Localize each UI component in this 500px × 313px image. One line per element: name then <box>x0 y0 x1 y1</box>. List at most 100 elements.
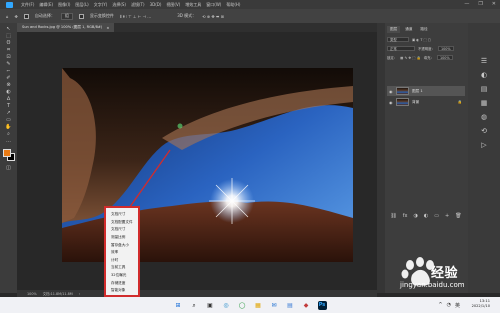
lock-label: 锁定： <box>387 56 398 60</box>
doc-info[interactable]: 文档:11.8M/11.8M <box>43 291 73 296</box>
search-icon[interactable]: ⌕ <box>190 301 199 310</box>
menu-item-measurement-scale[interactable]: 测量比例 <box>106 234 138 242</box>
menu-file[interactable]: 文件(F) <box>21 2 34 8</box>
menu-item-32bit-exposure[interactable]: 32位曝光 <box>106 272 138 280</box>
minimize-button[interactable]: — <box>464 1 469 7</box>
new-layer-icon[interactable]: + <box>445 213 449 221</box>
move-tool-icon[interactable]: ↖ <box>5 27 12 32</box>
marquee-tool-icon[interactable]: ⬚ <box>5 34 12 39</box>
shape-tool-icon[interactable]: ▭ <box>5 118 12 123</box>
home-icon[interactable]: ⌂ <box>6 14 9 19</box>
tray-expand-icon[interactable]: ^ <box>438 302 442 309</box>
document-tab[interactable]: Sun and Rocks.jpg @ 100% (图层 1, RGB/8#) … <box>17 23 115 32</box>
status-menu-arrow[interactable]: › <box>79 292 80 296</box>
tab-paths[interactable]: 路径 <box>417 26 430 33</box>
foreground-color[interactable] <box>2 149 11 157</box>
menu-item-doc-size[interactable]: 文档尺寸 <box>106 211 138 219</box>
store-icon[interactable]: ▤ <box>286 301 295 310</box>
photoshop-taskbar-icon[interactable]: Ps <box>317 300 327 310</box>
zoom-tool-icon[interactable]: ⌕ <box>5 132 12 137</box>
history-brush-icon[interactable]: ◐ <box>5 90 12 95</box>
swatches-panel-icon[interactable]: ▦ <box>480 99 488 107</box>
menu-3d[interactable]: 3D(D) <box>150 2 162 7</box>
tab-layers[interactable]: 图层 <box>387 26 401 33</box>
color-panel-icon[interactable]: ◍ <box>480 113 488 121</box>
quick-mask-icon[interactable]: ◫ <box>5 166 12 171</box>
kind-filter-dropdown[interactable]: 类型 <box>387 37 409 42</box>
color-swatches[interactable] <box>2 149 15 161</box>
close-button[interactable]: ✕ <box>492 1 496 7</box>
adjustment-layer-icon[interactable]: ◐ <box>424 213 428 221</box>
lock-icons[interactable]: ▦ ✎ ✥ ⬚ 🔒 <box>400 56 421 60</box>
browser-icon[interactable]: ◎ <box>222 301 231 310</box>
new-group-icon[interactable]: ▭ <box>434 213 439 221</box>
visibility-eye-icon[interactable]: ◉ <box>389 100 393 105</box>
history-panel-icon[interactable]: ⟲ <box>480 127 488 135</box>
crop-tool-icon[interactable]: ⌗ <box>5 48 12 53</box>
actions-panel-icon[interactable]: ▷ <box>480 141 488 149</box>
file-explorer-icon[interactable]: ▦ <box>254 301 263 310</box>
blend-mode-dropdown[interactable]: 正常 <box>387 46 415 51</box>
menu-filter[interactable]: 滤镜(T) <box>131 2 145 8</box>
tab-channels[interactable]: 通道 <box>402 26 415 33</box>
libraries-panel-icon[interactable]: ▤ <box>480 85 488 93</box>
network-icon[interactable]: ◔ <box>447 302 451 309</box>
auto-select-dropdown[interactable]: 组 <box>60 12 73 20</box>
menu-help[interactable]: 帮助(H) <box>226 2 240 8</box>
menu-type[interactable]: 文字(Y) <box>94 2 108 8</box>
menu-item-doc-dimensions[interactable]: 文档尺寸 <box>106 226 138 234</box>
delete-layer-icon[interactable]: 🗑 <box>455 213 461 221</box>
menu-view[interactable]: 视图(V) <box>166 2 180 8</box>
align-icons[interactable]: ⫴ ⫵ ⫶ ⊤ ⊥ ⊢ ⊣ … <box>120 14 151 19</box>
filter-icons[interactable]: ▣ ◐ T ⬚ ▢ <box>412 38 431 42</box>
menu-item-current-tool[interactable]: 当前工具 <box>106 264 138 272</box>
mail-icon[interactable]: ✉ <box>270 301 279 310</box>
menu-image[interactable]: 图像(I) <box>58 2 70 8</box>
opacity-field[interactable]: 100% <box>437 46 454 51</box>
stamp-tool-icon[interactable]: ⊗ <box>5 83 12 88</box>
layer-row-1[interactable]: ◉ 图层 1 <box>387 86 465 96</box>
properties-panel-icon[interactable]: ☰ <box>480 57 488 65</box>
menu-item-timing[interactable]: 计时 <box>106 257 138 265</box>
eraser-tool-icon[interactable]: ∆ <box>5 97 12 102</box>
menu-item-efficiency[interactable]: 效率 <box>106 249 138 257</box>
menu-edit[interactable]: 编辑(E) <box>39 2 53 8</box>
chrome-icon[interactable]: ◯ <box>238 301 247 310</box>
hand-tool-icon[interactable]: ✋ <box>5 125 12 130</box>
move-tool-icon[interactable]: ✥ <box>15 14 18 19</box>
menu-item-doc-profile[interactable]: 文档配置文件 <box>106 219 138 227</box>
close-tab-icon[interactable]: × <box>106 26 109 30</box>
ime-icon[interactable]: 英 <box>455 302 460 309</box>
app-icon[interactable]: ◆ <box>302 301 311 310</box>
menu-item-smart-objects[interactable]: 智能对象 <box>106 287 138 295</box>
more-tools-icon[interactable]: … <box>5 139 12 144</box>
menu-select[interactable]: 选择(S) <box>112 2 126 8</box>
show-transform-checkbox[interactable] <box>78 13 84 19</box>
layer-style-icon[interactable]: fx <box>403 213 408 221</box>
task-view-icon[interactable]: ▣ <box>206 301 215 310</box>
lasso-tool-icon[interactable]: ʘ <box>5 41 12 46</box>
taskbar-clock[interactable]: 13:11 2022/1/10 <box>472 299 490 309</box>
maximize-button[interactable]: ❐ <box>478 1 482 7</box>
menu-item-save-progress[interactable]: 存储进度 <box>106 279 138 287</box>
path-select-icon[interactable]: ↗ <box>5 111 12 116</box>
menu-layer[interactable]: 图层(L) <box>75 2 88 8</box>
healing-tool-icon[interactable]: ⌐ <box>5 69 12 74</box>
zoom-level[interactable]: 100% <box>27 292 37 296</box>
start-button-icon[interactable]: ⊞ <box>174 301 183 310</box>
frame-tool-icon[interactable]: ⊡ <box>5 55 12 60</box>
visibility-eye-icon[interactable]: ◉ <box>389 89 393 94</box>
menu-plugins[interactable]: 增效工具 <box>185 2 201 8</box>
3d-mode-icons[interactable]: ⟲ ⊕ ✥ ⬌ ⊞ <box>202 14 224 19</box>
menu-item-scratch-size[interactable]: 暂存盘大小 <box>106 241 138 249</box>
add-mask-icon[interactable]: ◑ <box>414 213 418 221</box>
fill-field[interactable]: 100% <box>436 55 453 60</box>
layer-row-2[interactable]: ◉ 背景 🔒 <box>387 97 465 107</box>
eyedropper-tool-icon[interactable]: ✎ <box>5 62 12 67</box>
menu-window[interactable]: 窗口(W) <box>206 2 221 8</box>
text-tool-icon[interactable]: T <box>5 104 12 109</box>
brush-tool-icon[interactable]: ✐ <box>5 76 12 81</box>
adjustments-panel-icon[interactable]: ◐ <box>480 71 488 79</box>
auto-select-checkbox[interactable] <box>23 13 29 19</box>
link-layers-icon[interactable]: ⛓ <box>390 213 396 221</box>
